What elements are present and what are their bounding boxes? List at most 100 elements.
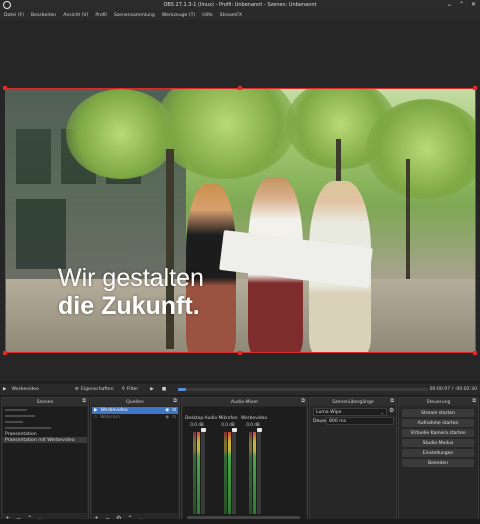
menu-edit[interactable]: Bearbeiten bbox=[31, 13, 56, 18]
mixer-body: Desktop-Audio 0.0 dB ⚙🔈︎ Mikrofon 0.0 dB… bbox=[183, 407, 306, 524]
transition-type-select[interactable]: Luma Wipe ⌄ bbox=[313, 408, 387, 416]
dock-options-icon[interactable]: ⧉ bbox=[82, 398, 86, 404]
dock-options-icon[interactable]: ⧉ bbox=[472, 398, 476, 404]
play-source-button[interactable]: ▶ Werbevideo bbox=[3, 387, 39, 392]
fader-knob[interactable] bbox=[200, 428, 206, 432]
controls-dock: Steuerung ⧉ Stream starten Aufnahme star… bbox=[398, 397, 479, 524]
maximize-icon[interactable]: ⌃ bbox=[459, 1, 464, 8]
source-label: Webcam bbox=[100, 415, 120, 420]
source-item[interactable]: ▶ Werbevideo ◉ ⊡ bbox=[92, 407, 178, 414]
resize-handle[interactable] bbox=[473, 86, 477, 90]
media-play-button[interactable]: ▶ bbox=[150, 387, 154, 392]
filters-label: Filter bbox=[126, 387, 139, 392]
media-time: 00:00:07 / -00:02:30 bbox=[429, 387, 477, 392]
settings-button[interactable]: Einstellungen bbox=[402, 449, 474, 457]
duration-field[interactable]: 800 ms bbox=[326, 417, 394, 425]
lock-icon[interactable]: ⊡ bbox=[172, 415, 176, 420]
tagline-line-1: Wir gestalten bbox=[58, 264, 204, 292]
sources-title-label: Quellen bbox=[126, 399, 144, 405]
resize-handle[interactable] bbox=[3, 86, 7, 90]
properties-button[interactable]: ⚙ Eigenschaften bbox=[75, 387, 114, 392]
eye-icon[interactable]: ◉ bbox=[165, 415, 169, 420]
volume-meter bbox=[193, 432, 196, 514]
resize-handle[interactable] bbox=[238, 86, 242, 90]
play-icon: ▶ bbox=[94, 408, 98, 413]
channel-db: 0.0 dB bbox=[246, 422, 260, 427]
volume-fader[interactable] bbox=[257, 429, 261, 514]
elapsed-time: 00:00:07 bbox=[429, 387, 451, 392]
menu-streamfx[interactable]: StreamFX bbox=[220, 13, 242, 18]
seek-progress bbox=[178, 388, 186, 391]
volume-meter bbox=[228, 432, 231, 514]
dock-options-icon[interactable]: ⧉ bbox=[301, 398, 305, 404]
program-preview[interactable]: Wir gestalten die Zukunft. bbox=[5, 88, 476, 353]
transition-type-value: Luma Wipe bbox=[316, 409, 342, 415]
channel-name: Werbevideo bbox=[241, 416, 268, 421]
obs-logo-icon bbox=[3, 1, 11, 9]
preview-area: Wir gestalten die Zukunft. bbox=[0, 20, 480, 381]
menu-file[interactable]: Datei (F) bbox=[4, 13, 24, 18]
tagline-line-2: die Zukunft. bbox=[58, 292, 200, 320]
gear-icon: ⚙ bbox=[74, 387, 79, 392]
title-bar: OBS 27.1.3-1 (linux) - Profil: Unbenannt… bbox=[0, 0, 480, 10]
camera-icon: ▫ bbox=[94, 415, 98, 420]
filter-icon: ⚲ bbox=[121, 387, 125, 392]
resize-handle[interactable] bbox=[238, 351, 242, 355]
menu-scene-collection[interactable]: Szenensammlung bbox=[114, 13, 155, 18]
volume-fader[interactable] bbox=[232, 429, 236, 514]
play-icon: ▶ bbox=[150, 387, 154, 392]
mixer-channel-mic: Mikrofon 0.0 dB ⚙🔈︎ bbox=[216, 416, 240, 524]
start-streaming-button[interactable]: Stream starten bbox=[402, 409, 474, 417]
menu-view[interactable]: Ansicht (V) bbox=[63, 13, 88, 18]
volume-meter bbox=[197, 432, 200, 514]
source-label: Werbevideo bbox=[100, 408, 128, 413]
exit-button[interactable]: Beenden bbox=[402, 459, 474, 467]
play-icon: ▶ bbox=[3, 387, 7, 392]
tree-canopy bbox=[66, 89, 176, 179]
start-virtual-camera-button[interactable]: Virtuelle Kamera starten bbox=[402, 429, 474, 437]
channel-db: 0.0 dB bbox=[190, 422, 204, 427]
dock-options-icon[interactable]: ⧉ bbox=[173, 398, 177, 404]
channel-db: 0.0 dB bbox=[221, 422, 235, 427]
preview-tagline: Wir gestalten die Zukunft. bbox=[58, 264, 204, 320]
source-item[interactable]: ▫ Webcam ◉ ⊡ bbox=[92, 414, 178, 421]
volume-fader[interactable] bbox=[201, 429, 205, 514]
lock-icon[interactable]: ⊡ bbox=[172, 408, 176, 413]
fader-knob[interactable] bbox=[231, 428, 237, 432]
menu-tools[interactable]: Werkzeuge (T) bbox=[162, 13, 195, 18]
eye-icon[interactable]: ◉ bbox=[165, 408, 169, 413]
scenes-dock: Szenen ⧉ Praesentation Praesentation mit… bbox=[1, 397, 89, 524]
channel-name: Mikrofon bbox=[218, 416, 238, 421]
gear-icon[interactable]: ⚙ bbox=[389, 407, 394, 414]
sources-title: Quellen ⧉ bbox=[91, 398, 179, 406]
scenes-title: Szenen ⧉ bbox=[2, 398, 88, 406]
properties-label: Eigenschaften bbox=[80, 387, 114, 392]
controls-title: Steuerung ⧉ bbox=[399, 398, 478, 406]
resize-handle[interactable] bbox=[473, 351, 477, 355]
transitions-title: Szenenübergänge ⧉ bbox=[310, 398, 396, 406]
start-recording-button[interactable]: Aufnahme starten bbox=[402, 419, 474, 427]
media-seek-bar[interactable] bbox=[178, 388, 429, 391]
scene-label: Praesentation bbox=[5, 431, 37, 437]
scene-item[interactable]: Praesentation mit Werbevideo bbox=[3, 437, 87, 443]
controls-title-label: Steuerung bbox=[426, 399, 451, 405]
mixer-title-label: Audio-Mixer bbox=[230, 399, 259, 405]
duration-label: Dauer bbox=[313, 419, 327, 424]
studio-mode-button[interactable]: Studio-Modus bbox=[402, 439, 474, 447]
menu-profile[interactable]: Profil bbox=[95, 13, 106, 18]
remaining-time: -00:02:30 bbox=[454, 387, 477, 392]
audio-mixer-dock: Audio-Mixer ⧉ Desktop-Audio 0.0 dB ⚙🔈︎ M… bbox=[181, 397, 308, 524]
close-icon[interactable]: ✕ bbox=[471, 1, 476, 8]
resize-handle[interactable] bbox=[3, 351, 7, 355]
filters-button[interactable]: ⚲ Filter bbox=[122, 387, 139, 392]
minimize-icon[interactable]: ⌄ bbox=[447, 1, 452, 8]
menu-bar: Datei (F) Bearbeiten Ansicht (V) Profil … bbox=[0, 10, 480, 20]
active-source-name: Werbevideo bbox=[11, 387, 39, 392]
media-stop-button[interactable]: ■ bbox=[162, 387, 166, 392]
sources-dock: Quellen ⧉ ▶ Werbevideo ◉⊡ ▫ Webcam ◉⊡ + … bbox=[90, 397, 180, 524]
menu-help[interactable]: Hilfe bbox=[202, 13, 212, 18]
fader-knob[interactable] bbox=[256, 428, 262, 432]
dock-options-icon[interactable]: ⧉ bbox=[390, 398, 394, 404]
mixer-channel-desktop: Desktop-Audio 0.0 dB ⚙🔈︎ bbox=[185, 416, 217, 524]
volume-meter bbox=[224, 432, 227, 514]
